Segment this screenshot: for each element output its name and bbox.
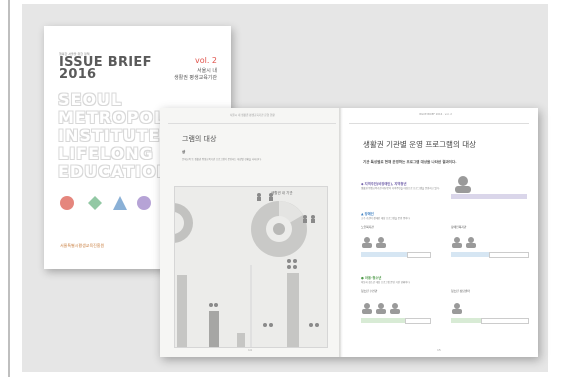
left-page-number: 14 xyxy=(248,348,252,352)
disabled-bar-a xyxy=(361,252,407,257)
section-youth-heading: ● 아동·청소년 xyxy=(361,276,382,280)
col-d-title: 청소년 상담센터 xyxy=(451,289,470,293)
disabled-bar-a-rest xyxy=(407,252,431,258)
stage: 행복한 서울을 위한 정책 ISSUE BRIEF 2016 vol. 2 서울… xyxy=(0,0,561,377)
bar xyxy=(209,311,219,347)
seal-icon xyxy=(113,196,127,210)
right-page: ISSUE BRIEF 2016 · vol. 2 생활권 기관별 운영 프로그… xyxy=(341,108,538,357)
youth-figures xyxy=(362,303,462,314)
right-page-number: 15 xyxy=(437,348,441,352)
spread-spine-shadow xyxy=(339,108,343,357)
cover-subtitle-1: 서울시 내 xyxy=(197,68,217,74)
open-brochure-spread: 서울시 내 생활권 평생교육기관 운영 현황 그램의 대상 상 문해교육 등 생… xyxy=(160,108,538,357)
left-page-title: 그램의 대상 xyxy=(182,135,217,143)
cover-volume: vol. 2 xyxy=(194,56,217,65)
seal-icon xyxy=(88,196,102,210)
left-page: 서울시 내 생활권 평생교육기관 운영 현황 그램의 대상 상 문해교육 등 생… xyxy=(160,108,341,357)
right-page-title: 생활권 기관별 운영 프로그램의 대상 xyxy=(363,140,477,149)
person-icon xyxy=(458,176,468,186)
youth-bar-d-rest xyxy=(481,318,529,324)
right-header-rule xyxy=(349,123,529,124)
bar xyxy=(237,333,245,347)
seal-icon xyxy=(137,196,151,210)
right-page-subtitle: 기관 특성별로 현재 운영하는 프로그램 대상을 나타낸 결과이다. xyxy=(363,160,457,164)
youth-bar-c xyxy=(361,318,405,323)
seal-icon xyxy=(60,196,74,210)
infographic-box: 생활권 내 기관 xyxy=(174,186,328,348)
section-disabled-heading: ▲ 장애인 xyxy=(361,212,374,216)
disabled-figures xyxy=(362,237,476,248)
disabled-bar-b-rest xyxy=(489,252,529,258)
cover-word: SEOUL xyxy=(58,90,123,109)
left-header-rule xyxy=(168,123,336,124)
person-icon-body xyxy=(455,186,471,193)
donut-center-icon xyxy=(273,223,285,235)
left-divider xyxy=(8,0,10,377)
col-c-title: 청소년 수련관 xyxy=(361,289,378,293)
cover-title: ISSUE BRIEF 2016 xyxy=(59,56,152,82)
cover-subtitle-2: 생활권 평생교육기관 xyxy=(174,75,217,81)
left-page-header: 서울시 내 생활권 평생교육기관 운영 현황 xyxy=(230,114,275,117)
bar xyxy=(177,275,187,347)
col-b-title: 장애인복지관 xyxy=(451,225,467,229)
left-page-intro: 문해교육 등 생활권 평생교육기관 프로그램이 운영되는 대상별 현황을 나타낸… xyxy=(182,158,262,161)
youth-bar-c-rest xyxy=(405,318,431,324)
person-icon-group xyxy=(209,259,319,327)
residents-bar xyxy=(451,194,527,199)
section-residents-text: 생활권 평생교육기관 대부분이 지역주민을 대상으로 프로그램을 운영하고 있다… xyxy=(361,187,440,190)
section-disabled-text: 소수 기관이 장애인 대상 프로그램을 운영 중이다. xyxy=(361,217,411,220)
youth-bar-d xyxy=(451,318,481,323)
person-icon-group xyxy=(362,303,462,314)
infographic-graphic xyxy=(175,193,319,347)
col-a-title: 노인복지관 xyxy=(361,225,374,229)
left-page-subtitle: 상 xyxy=(182,150,186,154)
disabled-bar-b xyxy=(451,252,489,257)
cover-year: 2016 xyxy=(59,67,97,82)
publisher-logo: 서울특별시평생교육진흥원 xyxy=(60,243,105,248)
section-residents-heading: ◆ 지역주민(비장애인), 지역청년 xyxy=(361,182,407,186)
bar xyxy=(287,273,299,347)
right-page-header: ISSUE BRIEF 2016 · vol. 2 xyxy=(419,113,452,116)
section-youth-text: 아동과 청소년 대상 프로그램 운영 기관 현황이다. xyxy=(361,281,411,284)
person-icon-group xyxy=(362,237,476,248)
